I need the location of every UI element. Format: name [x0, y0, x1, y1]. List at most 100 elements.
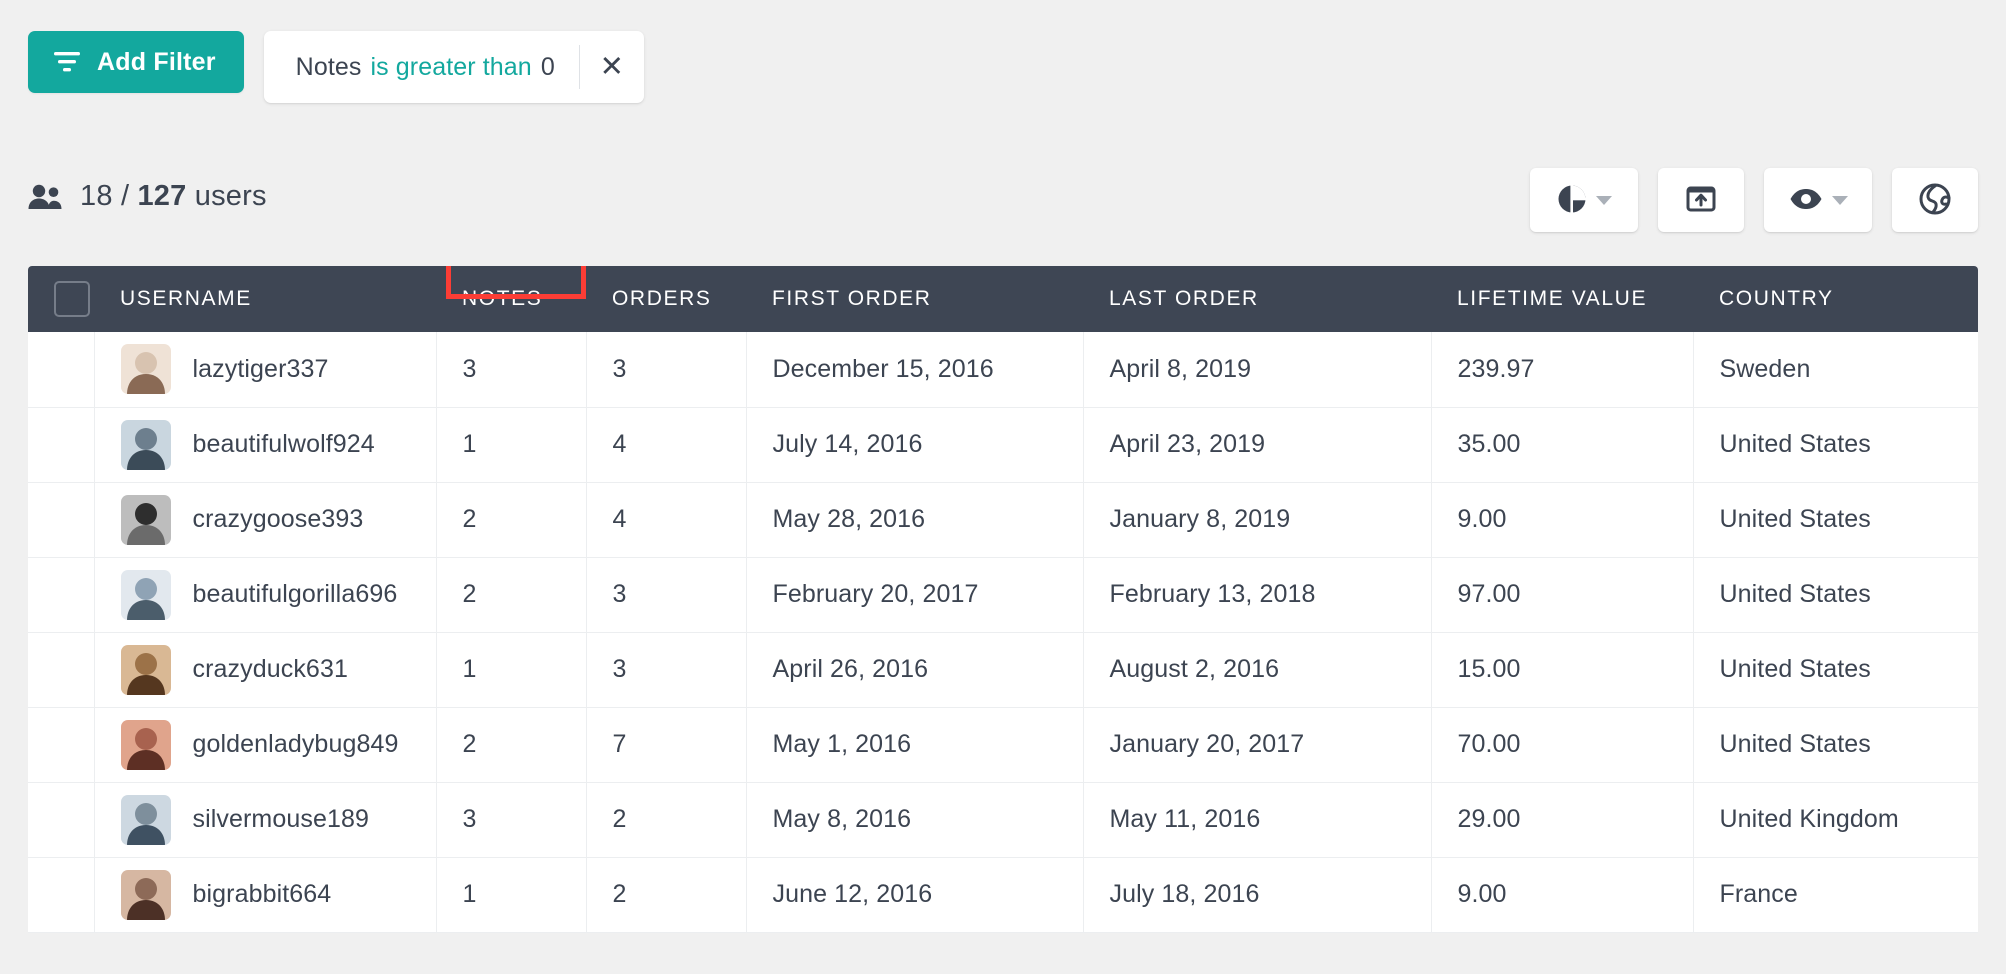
cell-lifetime-value: 97.00 [1431, 557, 1694, 633]
filter-chip[interactable]: Notes is greater than 0 ✕ [263, 31, 644, 103]
visibility-button[interactable] [1764, 168, 1872, 232]
globe-button[interactable] [1892, 168, 1978, 232]
column-header-country[interactable]: COUNTRY [1693, 266, 1978, 332]
cell-lifetime-value: 35.00 [1431, 407, 1694, 483]
cell-orders: 4 [586, 407, 747, 483]
cell-notes: 3 [436, 782, 587, 858]
cell-orders: 2 [586, 857, 747, 933]
avatar [120, 419, 171, 470]
cell-notes: 1 [436, 407, 587, 483]
username-text: crazygoose393 [192, 505, 364, 533]
cell-last-order: April 8, 2019 [1083, 332, 1432, 408]
cell-first-order: July 14, 2016 [746, 407, 1084, 483]
column-header-last-order[interactable]: LAST ORDER [1083, 266, 1431, 332]
add-filter-button[interactable]: Add Filter [28, 31, 244, 93]
cell-lifetime-value: 9.00 [1431, 857, 1694, 933]
cell-last-order: May 11, 2016 [1083, 782, 1432, 858]
column-header-lifetime-value[interactable]: LIFETIME VALUE [1431, 266, 1693, 332]
row-checkbox-cell[interactable] [28, 782, 95, 858]
cell-username: bigrabbit664 [94, 857, 437, 933]
users-table-container: USERNAME NOTES ORDERS FIRST ORDER LAST O… [28, 266, 1978, 933]
row-checkbox-cell[interactable] [28, 857, 95, 933]
cell-last-order: January 8, 2019 [1083, 482, 1432, 558]
cell-username: lazytiger337 [94, 332, 437, 408]
cell-first-order: May 8, 2016 [746, 782, 1084, 858]
filter-chip-value: 0 [540, 52, 555, 81]
username-text: lazytiger337 [192, 354, 329, 383]
avatar [120, 719, 171, 770]
cell-first-order: May 28, 2016 [746, 482, 1084, 558]
cell-lifetime-value: 239.97 [1431, 332, 1694, 408]
select-all-cell [28, 266, 94, 332]
cell-lifetime-value: 9.00 [1431, 482, 1694, 558]
cell-notes: 2 [436, 482, 587, 558]
cell-orders: 4 [586, 482, 747, 558]
avatar [120, 344, 171, 395]
table-row[interactable]: lazytiger337 3 3 December 15, 2016 April 8, … [28, 332, 1978, 408]
cell-country: United States [1693, 707, 1978, 783]
table-body: lazytiger337 3 3 December 15, 2016 April 8, … [28, 332, 1978, 933]
column-header-orders[interactable]: ORDERS [586, 266, 746, 332]
filter-icon [54, 51, 80, 73]
row-checkbox-cell[interactable] [28, 332, 95, 408]
cell-username: crazyduck631 [94, 632, 437, 708]
table-header: USERNAME NOTES ORDERS FIRST ORDER LAST O… [28, 266, 1978, 332]
table-row[interactable]: silvermouse189 3 2 May 8, 2016 May 11, 2016 2… [28, 782, 1978, 858]
cell-username: beautifulwolf924 [94, 407, 437, 483]
add-filter-label: Add Filter [97, 47, 216, 76]
cell-country: United Kingdom [1693, 782, 1978, 858]
cell-country: United States [1693, 632, 1978, 708]
username-text: goldenladybug849 [192, 730, 399, 758]
cell-lifetime-value: 15.00 [1431, 632, 1694, 708]
table-row[interactable]: beautifulwolf924 1 4 July 14, 2016 April 23,… [28, 407, 1978, 483]
table-row[interactable]: crazyduck631 1 3 April 26, 2016 August 2, 20… [28, 632, 1978, 708]
avatar [120, 644, 171, 695]
row-checkbox-cell[interactable] [28, 632, 95, 708]
users-table: USERNAME NOTES ORDERS FIRST ORDER LAST O… [28, 266, 1978, 933]
row-checkbox-cell[interactable] [28, 482, 95, 558]
chevron-down-icon [1831, 195, 1848, 205]
row-checkbox-cell[interactable] [28, 707, 95, 783]
cell-country: United States [1693, 482, 1978, 558]
cell-username: beautifulgorilla696 [94, 557, 437, 633]
users-table-page: Add Filter Notes is greater than 0 ✕ 18 … [0, 0, 2006, 974]
cell-username: silvermouse189 [94, 782, 437, 858]
eye-icon [1789, 187, 1823, 214]
users-unit: users [194, 180, 267, 212]
column-header-notes-label: NOTES [462, 287, 543, 310]
row-checkbox-cell[interactable] [28, 407, 95, 483]
table-row[interactable]: bigrabbit664 1 2 June 12, 2016 July 18, 2016… [28, 857, 1978, 933]
username-text: beautifulgorilla696 [192, 580, 398, 608]
select-all-checkbox[interactable] [54, 281, 90, 317]
column-header-first-order[interactable]: FIRST ORDER [746, 266, 1083, 332]
cell-country: United States [1693, 557, 1978, 633]
column-header-notes[interactable]: NOTES [436, 266, 586, 332]
user-count-summary: 18 / 127 users [28, 180, 267, 213]
cell-country: France [1693, 857, 1978, 933]
cell-notes: 2 [436, 707, 587, 783]
cell-last-order: February 13, 2018 [1083, 557, 1432, 633]
chevron-down-icon [1595, 195, 1612, 205]
avatar [120, 794, 171, 845]
column-header-username[interactable]: USERNAME [94, 266, 436, 332]
row-checkbox-cell[interactable] [28, 557, 95, 633]
cell-country: Sweden [1693, 332, 1978, 408]
chart-view-button[interactable] [1530, 168, 1638, 232]
users-total: 127 [137, 180, 187, 212]
table-row[interactable]: beautifulgorilla696 2 3 February 20, 2017 Fe… [28, 557, 1978, 633]
cell-first-order: February 20, 2017 [746, 557, 1084, 633]
avatar [120, 869, 171, 920]
globe-icon [1919, 183, 1951, 218]
username-text: crazyduck631 [192, 655, 348, 683]
export-button[interactable] [1658, 168, 1744, 232]
cell-first-order: April 26, 2016 [746, 632, 1084, 708]
cell-notes: 2 [436, 557, 587, 633]
close-icon[interactable]: ✕ [580, 31, 644, 103]
filter-chip-operator: is greater than [370, 52, 532, 81]
count-separator: / [120, 180, 130, 212]
cell-username: goldenladybug849 [94, 707, 437, 783]
table-row[interactable]: crazygoose393 2 4 May 28, 2016 January 8, 20… [28, 482, 1978, 558]
table-row[interactable]: goldenladybug849 2 7 May 1, 2016 January 20,… [28, 707, 1978, 783]
cell-lifetime-value: 70.00 [1431, 707, 1694, 783]
export-icon [1686, 185, 1716, 216]
